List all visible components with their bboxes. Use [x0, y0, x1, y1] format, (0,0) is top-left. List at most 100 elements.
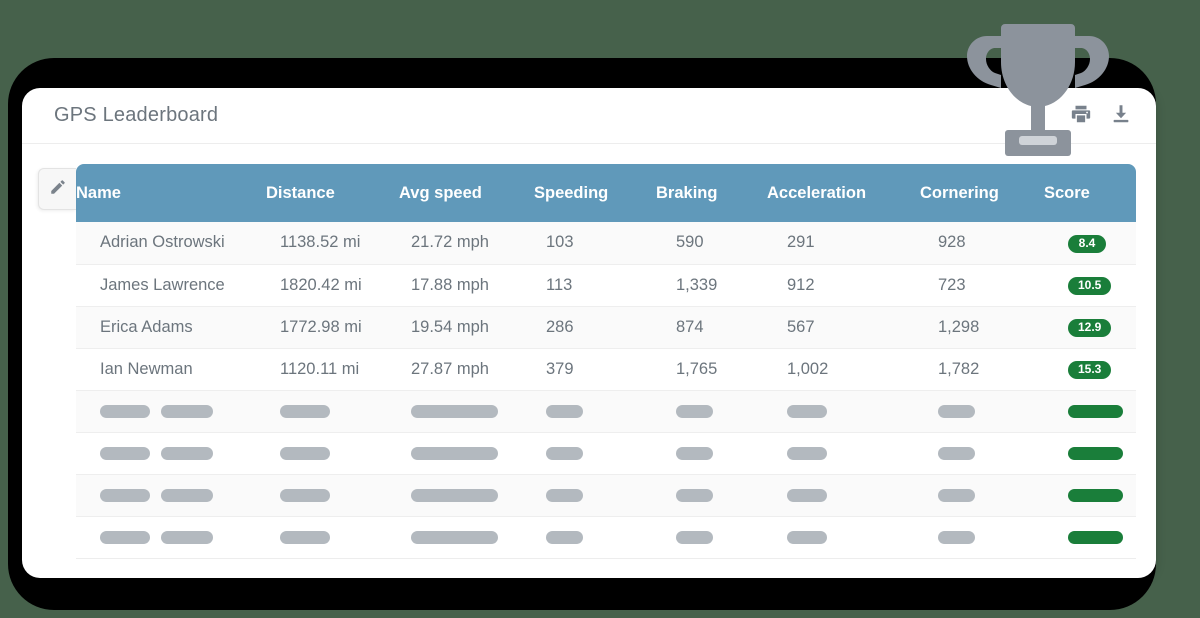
skeleton-bar: [938, 488, 975, 502]
cell-speeding: 379: [534, 348, 656, 391]
placeholder-cell-avg-speed: [399, 516, 534, 559]
card-header: GPS Leaderboard: [22, 88, 1156, 144]
skeleton-bar: [787, 404, 827, 418]
skeleton-bar: [938, 530, 975, 544]
skeleton-bar: [938, 446, 975, 460]
column-header-distance[interactable]: Distance: [266, 164, 399, 222]
placeholder-cell-score: [1044, 390, 1136, 433]
table-body: Adrian Ostrowski 1138.52 mi 21.72 mph 10…: [76, 222, 1136, 559]
skeleton-bar: [938, 404, 975, 418]
download-button[interactable]: [1108, 103, 1134, 129]
cell-distance: 1120.11 mi: [266, 348, 399, 391]
placeholder-cell-speeding: [534, 390, 656, 433]
edit-row-button[interactable]: [38, 168, 76, 210]
placeholder-cell-name: [76, 516, 266, 559]
placeholder-cell-speeding: [534, 474, 656, 517]
column-header-avg-speed[interactable]: Avg speed: [399, 164, 534, 222]
column-header-score[interactable]: Score: [1044, 164, 1136, 222]
cell-avg-speed: 21.72 mph: [399, 222, 534, 265]
skeleton-bar-score: [1068, 404, 1123, 418]
skeleton-bar: [546, 446, 583, 460]
cell-braking: 1,765: [656, 348, 767, 391]
cell-distance: 1138.52 mi: [266, 222, 399, 265]
cell-acceleration: 291: [767, 222, 920, 265]
placeholder-cell-braking: [656, 474, 767, 517]
placeholder-cell-speeding: [534, 432, 656, 475]
cell-avg-speed: 19.54 mph: [399, 306, 534, 349]
skeleton-bar: [787, 488, 827, 502]
skeleton-bar-score: [1068, 530, 1123, 544]
skeleton-bar: [100, 446, 150, 460]
cell-avg-speed: 17.88 mph: [399, 264, 534, 307]
header-row: Name Distance Avg speed Speeding Braking…: [76, 164, 1136, 222]
print-icon: [1070, 103, 1092, 128]
column-header-name[interactable]: Name: [76, 164, 266, 222]
column-header-cornering[interactable]: Cornering: [920, 164, 1044, 222]
cell-name: Adrian Ostrowski: [76, 222, 266, 265]
page-title: GPS Leaderboard: [54, 103, 219, 126]
table-row[interactable]: Adrian Ostrowski 1138.52 mi 21.72 mph 10…: [76, 222, 1136, 265]
header-actions: [1068, 103, 1134, 129]
skeleton-bar: [787, 446, 827, 460]
cell-braking: 1,339: [656, 264, 767, 307]
column-header-braking[interactable]: Braking: [656, 164, 767, 222]
column-header-acceleration[interactable]: Acceleration: [767, 164, 920, 222]
status-badge: 10.5: [1068, 276, 1112, 296]
placeholder-cell-distance: [266, 474, 399, 517]
placeholder-cell-avg-speed: [399, 432, 534, 475]
placeholder-cell-distance: [266, 516, 399, 559]
skeleton-bar: [411, 530, 498, 544]
cell-avg-speed: 27.87 mph: [399, 348, 534, 391]
edit-pencil-icon: [49, 178, 67, 201]
cell-speeding: 286: [534, 306, 656, 349]
placeholder-cell-distance: [266, 432, 399, 475]
placeholder-cell-avg-speed: [399, 474, 534, 517]
skeleton-bar: [161, 530, 213, 544]
placeholder-cell-name: [76, 390, 266, 433]
skeleton-bar: [546, 530, 583, 544]
placeholder-cell-speeding: [534, 516, 656, 559]
skeleton-bar: [100, 404, 150, 418]
placeholder-cell-braking: [656, 432, 767, 475]
skeleton-bar: [161, 404, 213, 418]
skeleton-bar: [411, 446, 498, 460]
placeholder-cell-score: [1044, 474, 1136, 517]
placeholder-cell-distance: [266, 390, 399, 433]
skeleton-bar: [676, 446, 713, 460]
cell-acceleration: 567: [767, 306, 920, 349]
skeleton-bar: [100, 530, 150, 544]
table-row[interactable]: James Lawrence 1820.42 mi 17.88 mph 113 …: [76, 264, 1136, 307]
status-badge: 15.3: [1068, 360, 1112, 380]
skeleton-bar: [161, 446, 213, 460]
placeholder-cell-acceleration: [767, 516, 920, 559]
skeleton-bar-score: [1068, 488, 1123, 502]
skeleton-bar: [280, 488, 330, 502]
placeholder-row: [76, 432, 1136, 475]
column-header-speeding[interactable]: Speeding: [534, 164, 656, 222]
placeholder-cell-name: [76, 432, 266, 475]
cell-acceleration: 1,002: [767, 348, 920, 391]
skeleton-bar: [546, 404, 583, 418]
placeholder-cell-cornering: [920, 432, 1044, 475]
cell-cornering: 723: [920, 264, 1044, 307]
cell-speeding: 113: [534, 264, 656, 307]
placeholder-cell-cornering: [920, 516, 1044, 559]
skeleton-bar: [676, 404, 713, 418]
skeleton-bar: [280, 446, 330, 460]
skeleton-bar: [280, 404, 330, 418]
cell-distance: 1772.98 mi: [266, 306, 399, 349]
cell-acceleration: 912: [767, 264, 920, 307]
placeholder-row: [76, 516, 1136, 559]
placeholder-cell-score: [1044, 432, 1136, 475]
skeleton-bar: [100, 488, 150, 502]
table-row[interactable]: Ian Newman 1120.11 mi 27.87 mph 379 1,76…: [76, 348, 1136, 391]
skeleton-bar: [411, 404, 498, 418]
cell-distance: 1820.42 mi: [266, 264, 399, 307]
cell-braking: 874: [656, 306, 767, 349]
cell-score: 12.9: [1044, 306, 1136, 349]
table-row[interactable]: Erica Adams 1772.98 mi 19.54 mph 286 874…: [76, 306, 1136, 349]
download-icon: [1110, 103, 1132, 128]
cell-score: 8.4: [1044, 222, 1136, 265]
print-button[interactable]: [1068, 103, 1094, 129]
placeholder-cell-name: [76, 474, 266, 517]
